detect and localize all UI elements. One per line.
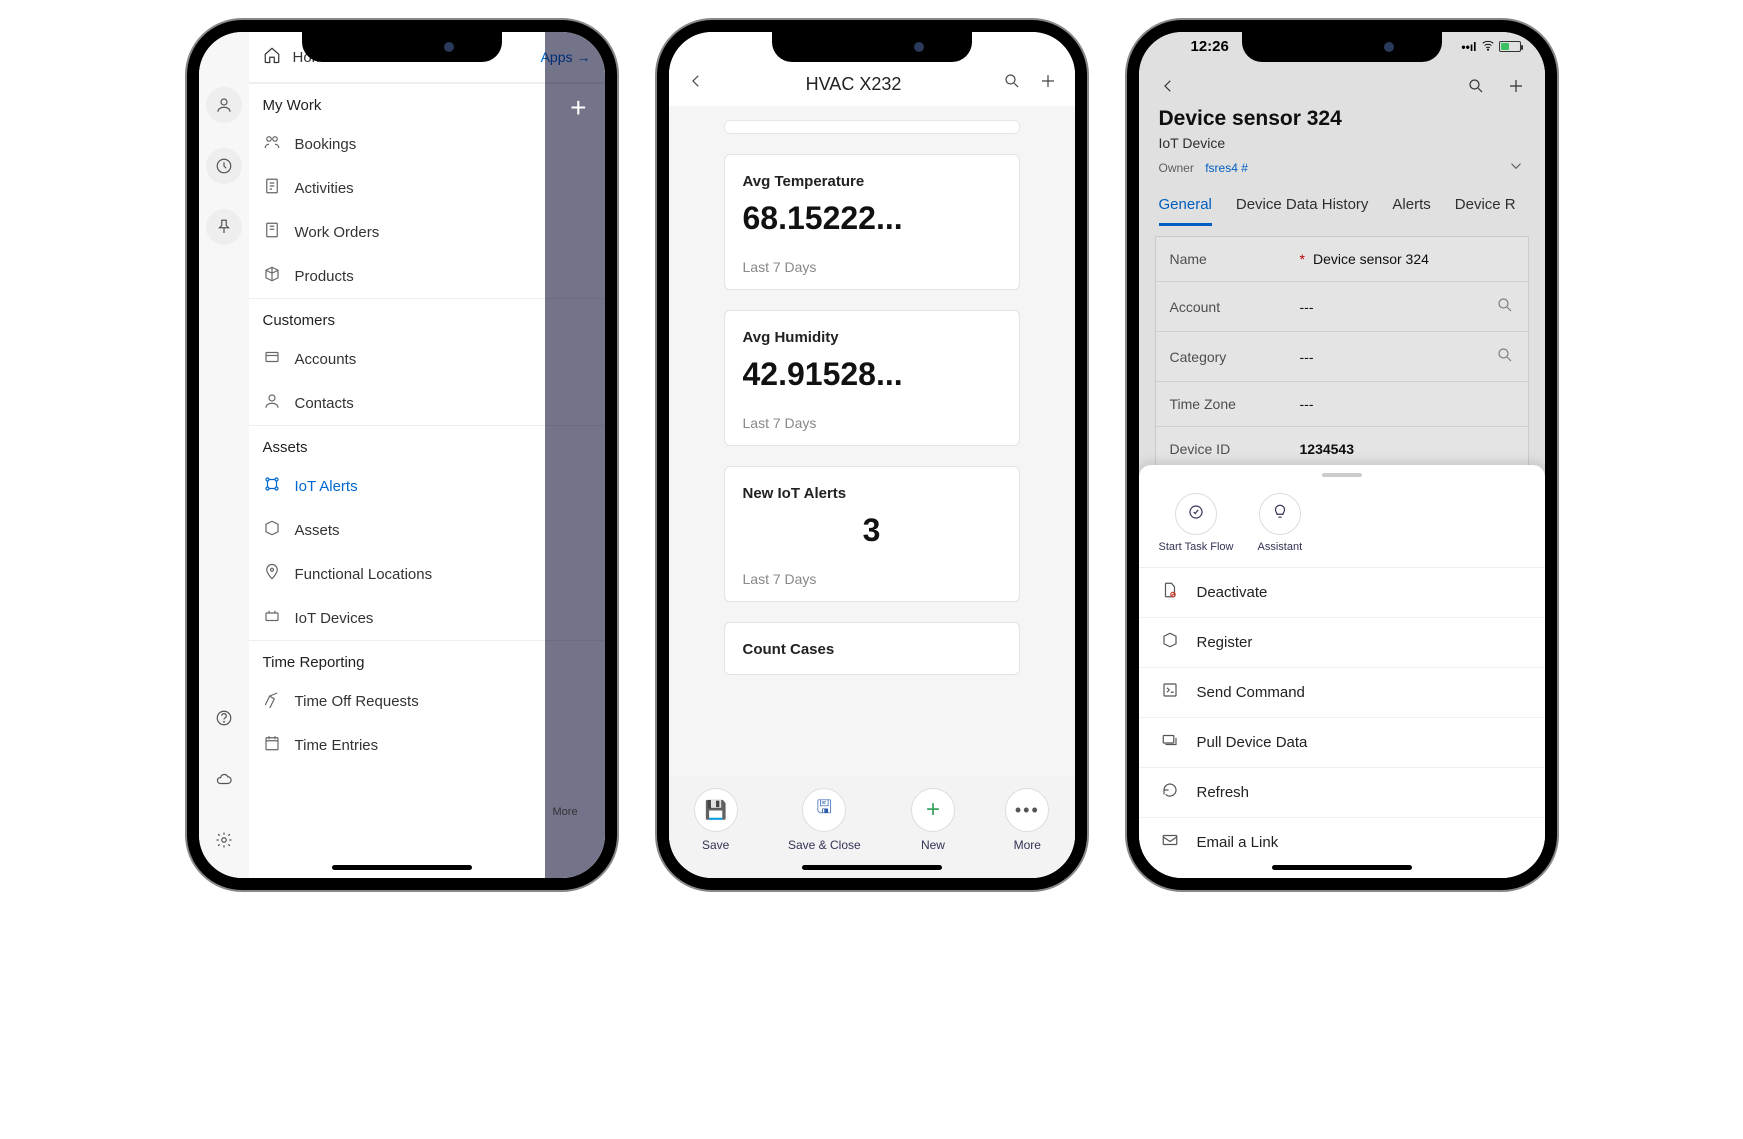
action-sheet: Start Task Flow Assistant Deactivate Reg… xyxy=(1139,465,1545,878)
body: Avg Temperature 68.15222... Last 7 Days … xyxy=(669,106,1075,776)
add-icon[interactable]: + xyxy=(570,92,586,124)
card-sub: Last 7 Days xyxy=(743,415,1001,431)
workorders-icon xyxy=(263,221,281,243)
register-icon xyxy=(1161,631,1181,654)
start-task-flow-button[interactable]: Start Task Flow xyxy=(1159,493,1234,553)
page-title: HVAC X232 xyxy=(806,74,902,95)
action-register[interactable]: Register xyxy=(1139,618,1545,668)
card-alerts[interactable]: New IoT Alerts 3 Last 7 Days xyxy=(724,466,1020,602)
dim-overlay[interactable]: + More xyxy=(545,32,605,878)
assistant-icon xyxy=(1271,503,1289,526)
left-rail xyxy=(199,32,249,878)
action-send-command[interactable]: Send Command xyxy=(1139,668,1545,718)
settings-icon[interactable] xyxy=(206,822,242,858)
timeoff-icon xyxy=(263,690,281,712)
card-value: 42.91528... xyxy=(743,356,1001,393)
card-sub: Last 7 Days xyxy=(743,571,1001,587)
new-icon: + xyxy=(926,796,940,824)
add-icon[interactable] xyxy=(1039,72,1057,96)
card-title: Count Cases xyxy=(743,641,1001,658)
products-icon xyxy=(263,265,281,287)
signal-icon: ••ıl xyxy=(1461,40,1476,54)
phone-3: 12:26 ••ıl Device sensor 324 IoT Device … xyxy=(1127,20,1557,890)
timeentries-icon xyxy=(263,734,281,756)
iotdevices-icon xyxy=(263,607,281,629)
card-sub: Last 7 Days xyxy=(743,259,1001,275)
prev-card-edge xyxy=(724,120,1020,134)
activities-icon xyxy=(263,177,281,199)
wifi-icon xyxy=(1481,38,1495,55)
more-icon: ••• xyxy=(1015,800,1040,821)
card-value: 3 xyxy=(743,512,1001,549)
back-icon[interactable] xyxy=(687,72,705,96)
assistant-button[interactable]: Assistant xyxy=(1258,493,1303,553)
phone-2: HVAC X232 Avg Temperature 68.15222... La… xyxy=(657,20,1087,890)
assets-icon xyxy=(263,519,281,541)
card-humidity[interactable]: Avg Humidity 42.91528... Last 7 Days xyxy=(724,310,1020,446)
location-icon xyxy=(263,563,281,585)
profile-icon[interactable] xyxy=(206,87,242,123)
refresh-icon xyxy=(1161,781,1181,804)
new-button[interactable]: + New xyxy=(911,788,955,852)
save-close-button[interactable]: 🖫 Save & Close xyxy=(788,788,861,852)
bookings-icon xyxy=(263,133,281,155)
card-title: Avg Humidity xyxy=(743,329,1001,346)
card-cases[interactable]: Count Cases xyxy=(724,622,1020,675)
more-label[interactable]: More xyxy=(553,806,578,818)
pin-icon[interactable] xyxy=(206,209,242,245)
search-icon[interactable] xyxy=(1003,72,1021,96)
battery-icon xyxy=(1499,41,1521,52)
action-deactivate[interactable]: Deactivate xyxy=(1139,568,1545,618)
card-value: 68.15222... xyxy=(743,200,1001,237)
accounts-icon xyxy=(263,348,281,370)
save-icon: 💾 xyxy=(704,800,726,821)
action-refresh[interactable]: Refresh xyxy=(1139,768,1545,818)
phone-1: Home Apps → My Work Bookings Activities … xyxy=(187,20,617,890)
cloud-icon[interactable] xyxy=(206,761,242,797)
drag-handle[interactable] xyxy=(1322,473,1362,477)
save-close-icon: 🖫 xyxy=(817,795,832,825)
card-temp[interactable]: Avg Temperature 68.15222... Last 7 Days xyxy=(724,154,1020,290)
help-icon[interactable] xyxy=(206,700,242,736)
email-icon xyxy=(1161,831,1181,854)
card-title: New IoT Alerts xyxy=(743,485,1001,502)
deactivate-icon xyxy=(1161,581,1181,604)
save-button[interactable]: 💾 Save xyxy=(694,788,738,852)
contacts-icon xyxy=(263,392,281,414)
action-pull-data[interactable]: Pull Device Data xyxy=(1139,718,1545,768)
iotalerts-icon xyxy=(263,475,281,497)
bottom-bar: 💾 Save 🖫 Save & Close + New ••• More xyxy=(669,776,1075,878)
card-title: Avg Temperature xyxy=(743,173,1001,190)
home-icon xyxy=(263,46,281,68)
status-time: 12:26 xyxy=(1163,38,1229,55)
taskflow-icon xyxy=(1187,503,1205,526)
more-button[interactable]: ••• More xyxy=(1005,788,1049,852)
recent-icon[interactable] xyxy=(206,148,242,184)
pulldata-icon xyxy=(1161,731,1181,754)
sendcommand-icon xyxy=(1161,681,1181,704)
